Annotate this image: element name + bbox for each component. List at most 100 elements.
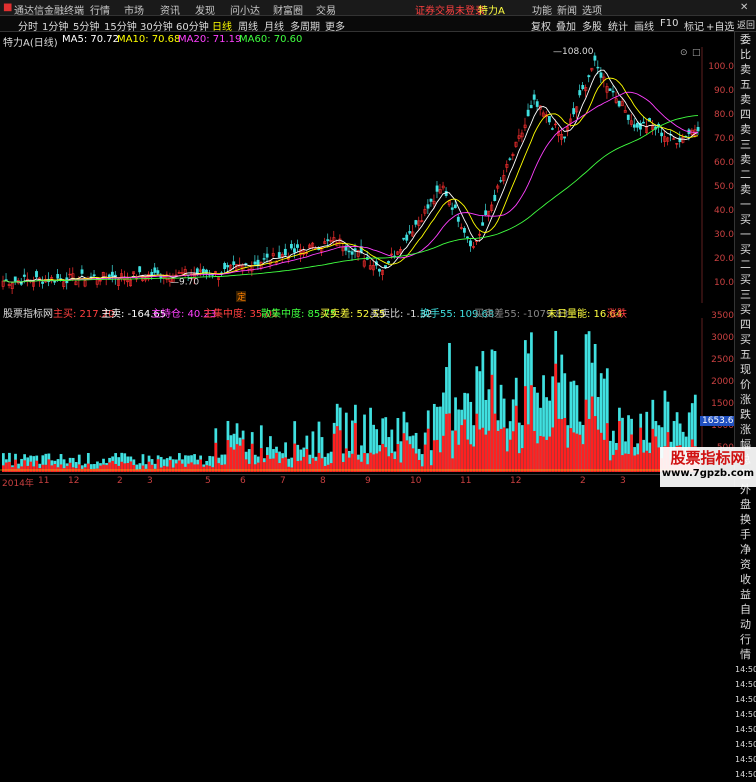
indicator-tick: 3000 bbox=[711, 333, 734, 343]
period-15min[interactable]: 15分钟 bbox=[104, 18, 137, 33]
tool-back[interactable]: 返回 bbox=[737, 18, 755, 31]
main-buy-bar bbox=[147, 461, 151, 472]
candle-body bbox=[402, 237, 406, 240]
menu-item-wealth[interactable]: 财富圈 bbox=[273, 2, 303, 17]
side-panel-label: 14:50 bbox=[735, 740, 756, 749]
main-buy-bar bbox=[223, 464, 227, 472]
menu-item-ask[interactable]: 问小达 bbox=[230, 2, 260, 17]
time-tick: 6 bbox=[240, 476, 246, 486]
main-buy-bar bbox=[86, 463, 90, 472]
main-buy-bar bbox=[90, 469, 93, 472]
watermark-url: www.7gpzb.com bbox=[661, 468, 755, 479]
period-1min[interactable]: 1分钟 bbox=[42, 18, 68, 33]
candle-body bbox=[526, 109, 530, 117]
candlestick bbox=[420, 214, 424, 223]
main-buy-bar bbox=[517, 453, 521, 472]
main-buy-bar bbox=[35, 460, 39, 472]
main-buy-bar bbox=[181, 463, 184, 472]
period-30min[interactable]: 30分钟 bbox=[140, 18, 173, 33]
main-buy-bar bbox=[596, 429, 600, 472]
main-buy-bar bbox=[511, 431, 515, 472]
main-buy-bar bbox=[618, 421, 621, 472]
candlestick bbox=[639, 120, 642, 137]
main-buy-bar bbox=[323, 465, 327, 472]
time-tick: 2014年 bbox=[2, 479, 34, 489]
time-tick: 12 bbox=[68, 476, 80, 486]
candle-body bbox=[632, 124, 636, 128]
main-buy-bar bbox=[354, 423, 357, 472]
main-buy-bar bbox=[217, 463, 221, 472]
period-daily[interactable]: 日线 bbox=[212, 18, 232, 33]
period-more[interactable]: 更多 bbox=[325, 18, 345, 33]
menu-item-options[interactable]: 选项 bbox=[582, 2, 602, 17]
candlestick bbox=[138, 265, 142, 275]
candlestick bbox=[80, 265, 84, 278]
candlestick bbox=[126, 272, 129, 287]
main-buy-bar bbox=[584, 399, 588, 472]
candlestick bbox=[629, 113, 633, 127]
tool-stats[interactable]: 统计 bbox=[608, 18, 628, 33]
candle-body bbox=[593, 55, 597, 61]
tool-draw[interactable]: 画线 bbox=[634, 18, 654, 33]
main-buy-bar bbox=[554, 363, 558, 472]
menu-item-markets[interactable]: 市场 bbox=[124, 2, 144, 17]
tool-restore-rights[interactable]: 复权 bbox=[531, 18, 551, 33]
candlestick bbox=[666, 136, 670, 146]
candlestick bbox=[669, 130, 673, 142]
menu-item-news[interactable]: 资讯 bbox=[160, 2, 180, 17]
time-tick: 5 bbox=[205, 476, 211, 486]
main-buy-bar bbox=[20, 466, 23, 472]
main-buy-bar bbox=[475, 413, 479, 472]
menu-item-trade[interactable]: 交易 bbox=[316, 2, 336, 17]
period-5min[interactable]: 5分钟 bbox=[73, 18, 99, 33]
candlestick bbox=[490, 201, 494, 213]
main-buy-bar bbox=[390, 453, 394, 472]
main-buy-bar bbox=[457, 444, 460, 472]
menu-item-function[interactable]: 功能 bbox=[532, 2, 552, 17]
candlestick bbox=[256, 255, 260, 270]
price-candlestick-chart[interactable]: —108.00 —9.70 定 ⊙ □ bbox=[0, 47, 734, 303]
period-multi[interactable]: 多周期 bbox=[290, 18, 320, 33]
candlestick bbox=[132, 271, 136, 276]
main-buy-bar bbox=[214, 442, 218, 472]
tool-mark[interactable]: 标记 bbox=[684, 18, 704, 33]
tool-overlay[interactable]: 叠加 bbox=[556, 18, 576, 33]
tool-add-watch[interactable]: +自选 bbox=[706, 18, 734, 33]
main-buy-bar bbox=[432, 440, 436, 472]
period-monthly[interactable]: 月线 bbox=[264, 18, 284, 33]
candle-body bbox=[426, 204, 430, 209]
login-status[interactable]: 证券交易未登录 bbox=[415, 2, 485, 17]
main-buy-bar bbox=[287, 466, 291, 472]
main-buy-bar bbox=[308, 463, 312, 472]
menu-item-market[interactable]: 行情 bbox=[90, 2, 110, 17]
close-icon[interactable]: ✕ bbox=[740, 2, 748, 13]
candle-body bbox=[256, 259, 260, 266]
time-tick: 9 bbox=[365, 476, 371, 486]
period-60min[interactable]: 60分钟 bbox=[176, 18, 209, 33]
menu-item-newsfeed[interactable]: 新闻 bbox=[557, 2, 577, 17]
side-panel-label: 收益 bbox=[740, 573, 751, 601]
candle-body bbox=[232, 261, 236, 265]
main-buy-bar bbox=[523, 386, 527, 472]
candlestick bbox=[611, 85, 615, 97]
indicator-bar-chart[interactable] bbox=[0, 318, 734, 474]
time-tick: 11 bbox=[460, 476, 472, 486]
main-buy-bar bbox=[481, 427, 485, 472]
side-panel-label: 现价 bbox=[740, 363, 751, 391]
period-intraday[interactable]: 分时 bbox=[18, 18, 38, 33]
candlestick bbox=[526, 103, 530, 117]
candlestick bbox=[338, 234, 342, 249]
candlestick bbox=[514, 141, 518, 148]
main-buy-bar bbox=[262, 462, 266, 472]
candle-body bbox=[481, 222, 485, 226]
candlestick bbox=[299, 243, 302, 263]
main-buy-bar bbox=[153, 468, 157, 472]
tool-multi-stock[interactable]: 多股 bbox=[582, 18, 602, 33]
app-title: 通达信金融终端 bbox=[14, 6, 84, 17]
menu-item-discover[interactable]: 发现 bbox=[195, 2, 215, 17]
time-tick: 10 bbox=[410, 476, 422, 486]
time-tick: 3 bbox=[620, 476, 626, 486]
main-buy-bar bbox=[41, 464, 45, 472]
tool-f10[interactable]: F10 bbox=[660, 18, 678, 29]
period-weekly[interactable]: 周线 bbox=[238, 18, 258, 33]
